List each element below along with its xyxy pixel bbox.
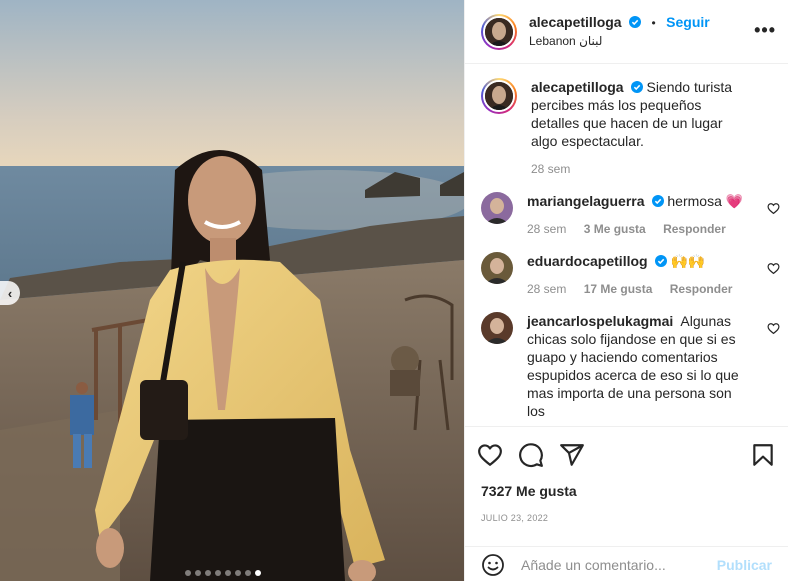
publish-button[interactable]: Publicar (717, 557, 772, 573)
comment-meta: 28 sem 17 Me gusta Responder (527, 280, 752, 298)
comment-text: 🙌🙌 (670, 253, 706, 269)
commenter-avatar[interactable] (481, 192, 513, 224)
caption-avatar[interactable] (481, 78, 517, 114)
comment-row: eduardocapetillog 🙌🙌 28 sem 17 Me gusta … (481, 238, 780, 298)
verified-icon (651, 195, 664, 207)
comment-like-icon[interactable] (767, 202, 780, 215)
comments-list[interactable]: alecapetilloga Siendo turista percibes m… (465, 64, 788, 426)
bookmark-icon[interactable] (750, 442, 776, 468)
comment-body: mariangelaguerra hermosa 💗 28 sem 3 Me g… (527, 192, 772, 238)
carousel-dot (235, 570, 241, 576)
caption-meta: 28 sem (531, 160, 752, 178)
comment-likes[interactable]: 17 Me gusta (584, 282, 653, 296)
comment-input[interactable] (521, 556, 717, 573)
comment-meta: 28 sem 3 Me gusta Responder (527, 220, 752, 238)
carousel-dot (185, 570, 191, 576)
comment-like-icon[interactable] (767, 262, 780, 275)
comment-time[interactable]: 28 sem (527, 222, 566, 236)
emoji-icon[interactable] (481, 553, 505, 577)
post-side-panel: alecapetilloga • Seguir Lebanon لبنان ••… (464, 0, 788, 581)
post-header: alecapetilloga • Seguir Lebanon لبنان ••… (465, 0, 788, 64)
post-photo[interactable]: ‹ (0, 0, 464, 581)
post-location[interactable]: Lebanon لبنان (529, 32, 710, 50)
chevron-left-icon: ‹ (7, 285, 13, 301)
carousel-dot (255, 570, 261, 576)
heart-icon[interactable] (477, 442, 503, 468)
author-avatar-image (483, 15, 515, 48)
carousel-dot (225, 570, 231, 576)
caption-time[interactable]: 28 sem (531, 162, 570, 176)
caption-row: alecapetilloga Siendo turista percibes m… (481, 64, 772, 178)
caption-body: alecapetilloga Siendo turista percibes m… (531, 78, 772, 178)
verified-icon (630, 81, 643, 93)
commenter-avatar-image (481, 312, 513, 344)
verified-icon (629, 16, 642, 28)
comment-like-icon[interactable] (767, 322, 780, 335)
carousel-dot (215, 570, 221, 576)
share-icon[interactable] (559, 442, 585, 468)
commenter-avatar-image (481, 252, 513, 284)
header-text: alecapetilloga • Seguir Lebanon لبنان (529, 13, 710, 50)
comment-text: hermosa 💗 (667, 193, 744, 209)
commenter-avatar[interactable] (481, 312, 513, 344)
author-avatar[interactable] (481, 13, 517, 50)
comment-likes[interactable]: 3 Me gusta (584, 222, 646, 236)
likes-count[interactable]: 7327 Me gusta (465, 483, 788, 499)
carousel-dot (195, 570, 201, 576)
reply-button[interactable]: Responder (670, 282, 733, 296)
carousel-indicator (185, 570, 261, 576)
comment-icon[interactable] (518, 442, 544, 468)
comment-time[interactable]: 28 sem (527, 282, 566, 296)
author-username[interactable]: alecapetilloga (529, 14, 622, 30)
commenter-username[interactable]: mariangelaguerra (527, 193, 645, 209)
commenter-avatar-image (481, 192, 513, 224)
carousel-dot (245, 570, 251, 576)
post-actions: 7327 Me gusta JULIO 23, 2022 Publicar (465, 426, 788, 576)
add-comment-bar: Publicar (465, 546, 788, 581)
separator-dot: • (651, 16, 656, 30)
comment-body: jeancarlospelukagmai Algunas chicas solo… (527, 312, 772, 420)
reply-button[interactable]: Responder (663, 222, 726, 236)
post-date[interactable]: JULIO 23, 2022 (465, 513, 788, 523)
commenter-avatar[interactable] (481, 252, 513, 284)
carousel-dot (205, 570, 211, 576)
comment-row: mariangelaguerra hermosa 💗 28 sem 3 Me g… (481, 178, 780, 238)
commenter-username[interactable]: jeancarlospelukagmai (527, 313, 673, 329)
comment-row: jeancarlospelukagmai Algunas chicas solo… (481, 298, 780, 420)
caption-avatar-image (483, 80, 515, 112)
photo-scene (0, 0, 464, 581)
commenter-username[interactable]: eduardocapetillog (527, 253, 648, 269)
follow-button[interactable]: Seguir (666, 14, 710, 30)
comment-body: eduardocapetillog 🙌🙌 28 sem 17 Me gusta … (527, 252, 772, 298)
caption-username[interactable]: alecapetilloga (531, 79, 624, 95)
verified-icon (654, 255, 667, 267)
action-bar (465, 427, 788, 483)
more-options-icon[interactable]: ••• (754, 20, 776, 41)
